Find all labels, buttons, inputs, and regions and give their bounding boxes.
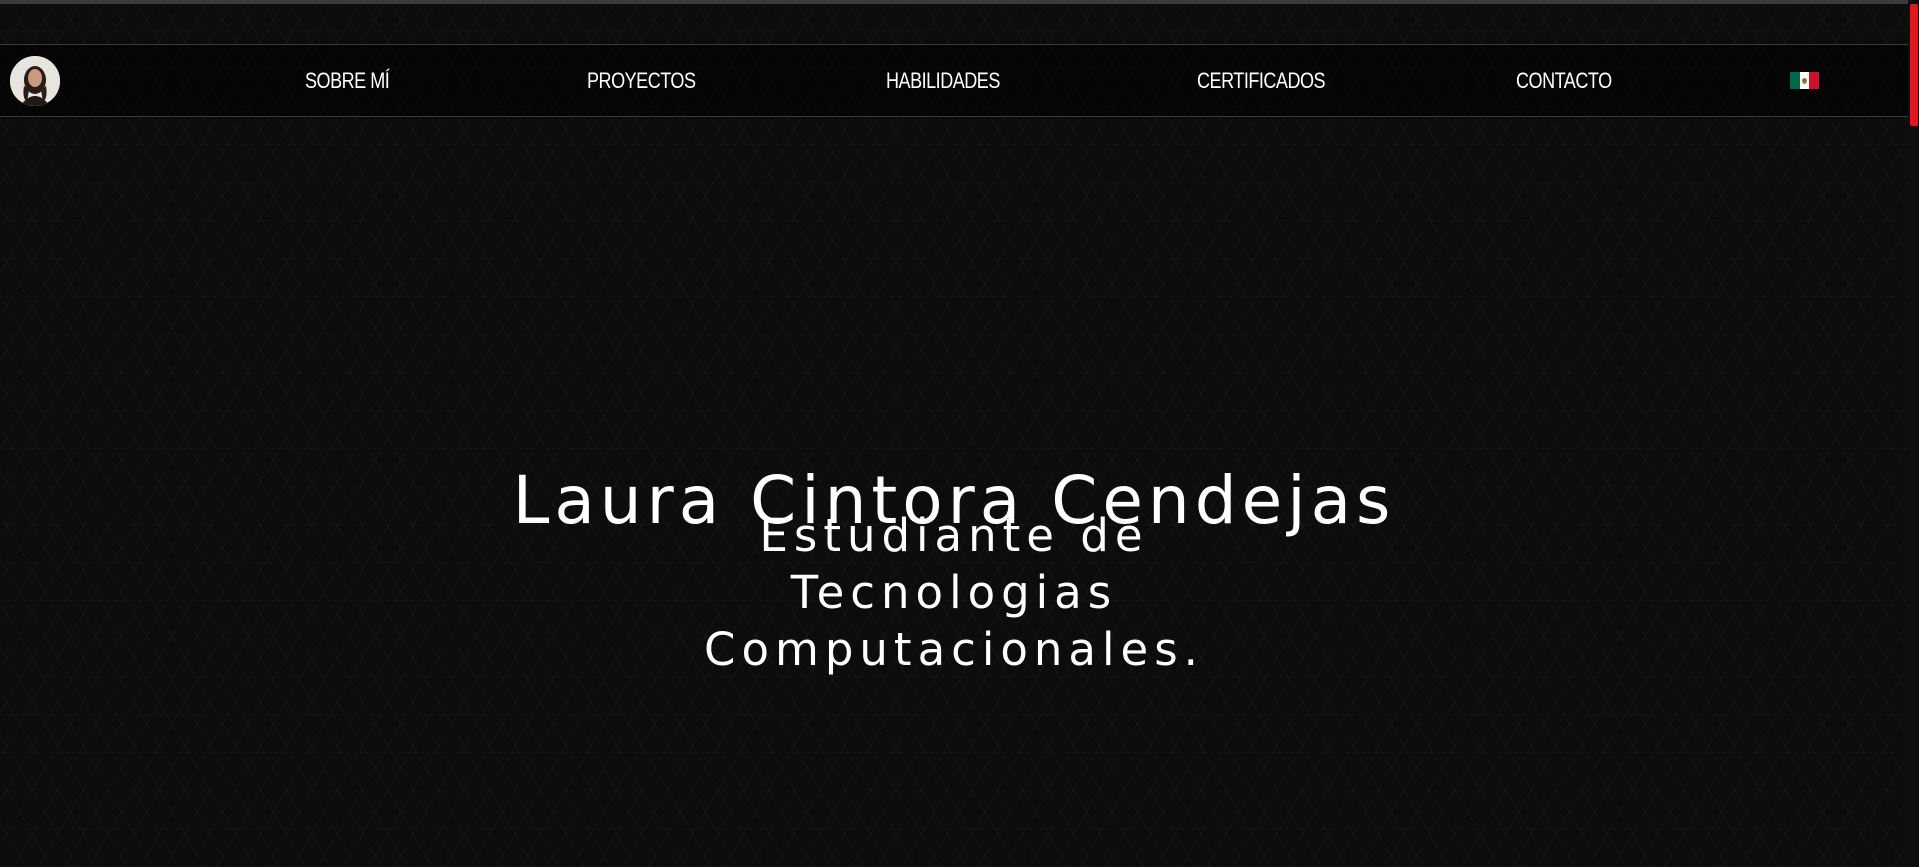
hero-subtitle-line: Computacionales. xyxy=(704,623,1204,676)
scrollbar[interactable] xyxy=(1908,0,1919,867)
nav-sobre-mi[interactable]: SOBRE MÍ xyxy=(305,67,390,95)
avatar-portrait-icon xyxy=(10,56,60,106)
navbar: SOBRE MÍ PROYECTOS HABILIDADES CERTIFICA… xyxy=(0,44,1908,117)
nav-proyectos[interactable]: PROYECTOS xyxy=(587,67,696,95)
hero-subtitle-line: Tecnologias xyxy=(790,566,1118,619)
avatar[interactable] xyxy=(10,56,60,106)
nav-habilidades[interactable]: HABILIDADES xyxy=(886,67,1000,95)
hero-subtitle: Estudiante de Tecnologias Computacionale… xyxy=(0,507,1908,678)
page: SOBRE MÍ PROYECTOS HABILIDADES CERTIFICA… xyxy=(0,0,1919,867)
browser-top-strip xyxy=(0,0,1919,4)
nav-contacto[interactable]: CONTACTO xyxy=(1516,67,1612,95)
nav-certificados[interactable]: CERTIFICADOS xyxy=(1197,67,1326,95)
mexico-flag-icon[interactable] xyxy=(1790,72,1819,89)
hero-subtitle-line: Estudiante de xyxy=(759,509,1149,562)
scrollbar-thumb[interactable] xyxy=(1910,4,1918,126)
hero-section: Laura Cintora Cendejas Estudiante de Tec… xyxy=(0,115,1908,867)
